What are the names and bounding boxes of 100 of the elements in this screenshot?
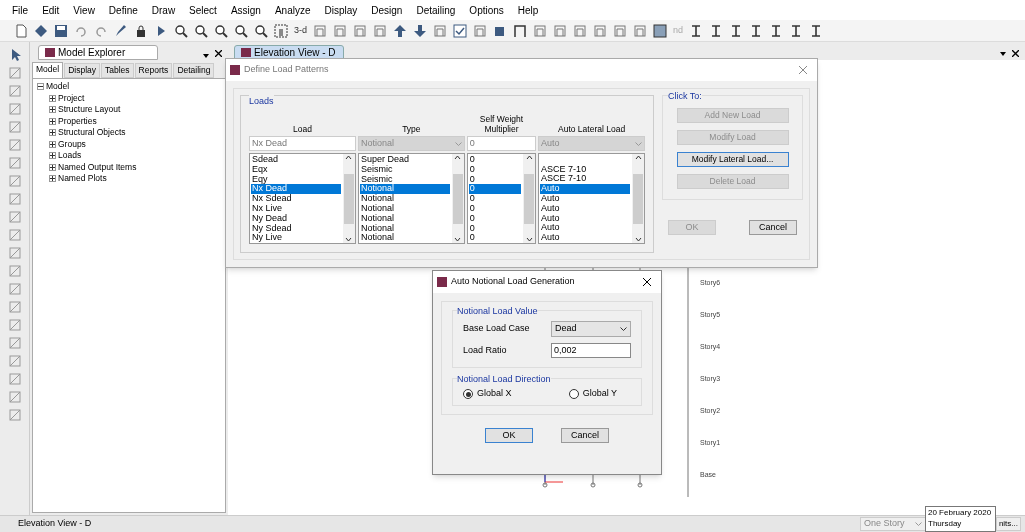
arrow-down-icon[interactable] (413, 23, 427, 38)
list-item[interactable]: Nx Sdead (251, 194, 341, 204)
document-icon[interactable] (14, 23, 28, 38)
explorer-tab[interactable]: Display (64, 63, 101, 78)
pan-icon[interactable] (274, 23, 288, 38)
list-item[interactable]: Auto (540, 194, 630, 204)
explorer-tab[interactable]: Model Explorer (38, 45, 158, 60)
zoom-icon[interactable] (194, 23, 208, 38)
save-icon[interactable] (54, 23, 68, 38)
list-item[interactable]: ASCE 7-10 (540, 174, 630, 185)
list-item[interactable]: 0 (468, 233, 522, 244)
list-item[interactable]: 0 (468, 174, 522, 185)
menu-item[interactable]: Define (108, 2, 138, 18)
list-box[interactable]: Super Dead Seismic Seismic Notional Notional Notional Notional Notional Notional (357, 153, 465, 244)
tree-item[interactable]: Model (46, 80, 70, 93)
dropdown-icon[interactable] (203, 54, 209, 58)
arrow-up-icon[interactable] (393, 23, 407, 38)
zoom-out-icon[interactable] (254, 23, 268, 38)
list-item[interactable]: Eqx (251, 164, 341, 175)
list-item[interactable]: Notional (359, 213, 450, 224)
list-item[interactable]: Super Dead (359, 155, 450, 165)
tree-item[interactable]: Named Plots (58, 172, 107, 185)
list-item[interactable]: Notional (359, 223, 450, 234)
list-box[interactable]: ASCE 7-10 ASCE 7-10 Auto Auto Auto Auto Auto Auto (538, 153, 645, 244)
radio-button[interactable] (568, 389, 579, 399)
list-item[interactable]: 0 (468, 155, 522, 165)
input-field[interactable]: 0 (466, 136, 537, 151)
tree-item[interactable]: Project (58, 91, 85, 105)
checkbox-icon[interactable] (453, 23, 467, 38)
expand-icon[interactable] (49, 106, 56, 113)
pencil-icon[interactable] (114, 23, 128, 38)
list-item[interactable]: 0 (468, 164, 522, 175)
menu-item[interactable]: Analyze (274, 2, 311, 18)
menu-item[interactable]: File (12, 2, 29, 18)
radio-option[interactable]: Global Y (568, 387, 617, 401)
lock-icon[interactable] (134, 23, 148, 38)
menu-item[interactable]: Display (324, 2, 358, 18)
menu-item[interactable]: Design (371, 2, 403, 18)
expand-icon[interactable] (49, 163, 56, 171)
radio-option[interactable]: Global X (463, 387, 512, 401)
input-field[interactable]: Nx Dead (249, 136, 356, 151)
tree-item[interactable]: Groups (58, 137, 86, 151)
tree-item[interactable]: Structural Objects (58, 126, 126, 139)
list-item[interactable]: Notional (359, 194, 450, 204)
list-item[interactable]: Ny Live (251, 233, 341, 244)
tree-item[interactable]: Structure Layout (58, 103, 121, 116)
menu-item[interactable]: Help (517, 2, 539, 18)
menu-item[interactable]: View (73, 2, 95, 18)
list-item[interactable]: Auto (540, 223, 630, 234)
zoom-window-icon[interactable] (174, 23, 188, 38)
list-item[interactable]: Auto (540, 184, 630, 194)
zoom-in-icon[interactable] (234, 23, 248, 38)
list-item[interactable]: Nx Dead (251, 184, 341, 195)
menu-item[interactable]: Select (189, 2, 217, 18)
mesh-icon[interactable] (653, 23, 667, 38)
list-item[interactable]: 0 (468, 204, 522, 214)
list-item[interactable]: Notional (359, 233, 450, 244)
list-item[interactable]: Auto (540, 203, 630, 214)
list-item[interactable]: Sdead (251, 155, 341, 165)
list-item[interactable]: Notional (359, 204, 450, 214)
list-item[interactable]: 0 (468, 184, 522, 195)
close-icon[interactable] (215, 50, 222, 57)
expand-icon[interactable] (49, 94, 56, 102)
cancel-button[interactable]: Cancel (749, 220, 797, 235)
list-item[interactable]: Ny Dead (251, 213, 341, 224)
radio-button[interactable] (463, 389, 473, 399)
close-icon[interactable] (643, 278, 651, 286)
toolbar-label[interactable]: 3-d (294, 23, 307, 38)
menu-item[interactable]: Draw (151, 2, 176, 18)
scroll-bar[interactable] (451, 154, 464, 243)
list-box[interactable]: Sdead Eqx Eqy Nx Dead Nx Sdead Nx Live Ny Dead Ny Sdead Ny Live (249, 153, 356, 244)
list-item[interactable]: Seismic (359, 174, 450, 185)
expand-icon[interactable] (49, 140, 56, 148)
explorer-tab[interactable]: Tables (101, 63, 134, 78)
tree-item[interactable]: Properties (58, 114, 97, 128)
menu-item[interactable]: Options (469, 2, 504, 18)
ok-button[interactable]: OK (485, 428, 533, 443)
expand-icon[interactable] (49, 129, 56, 136)
diamond-icon[interactable] (34, 23, 48, 38)
list-item[interactable]: 0 (468, 194, 522, 204)
explorer-tab[interactable]: Detailing (173, 63, 215, 78)
expand-icon[interactable] (49, 117, 56, 125)
dropdown-icon[interactable] (1000, 52, 1006, 56)
list-item[interactable]: Eqy (251, 174, 341, 185)
menu-item[interactable]: Assign (230, 2, 261, 18)
action-button[interactable]: Modify Lateral Load... (676, 152, 789, 167)
list-item[interactable]: 0 (468, 223, 522, 234)
list-item[interactable]: Notional (359, 184, 450, 195)
list-item[interactable]: ASCE 7-10 (540, 164, 630, 175)
list-item[interactable]: Nx Live (251, 204, 341, 214)
list-item[interactable]: Auto (540, 213, 630, 224)
base-load-dropdown[interactable]: Dead (551, 321, 631, 337)
units-button[interactable]: nits... (995, 517, 1021, 531)
list-box[interactable]: 0 0 0 0 0 0 0 0 0 (466, 153, 537, 244)
collapse-icon[interactable] (37, 83, 44, 90)
zoom-previous-icon[interactable] (214, 23, 228, 38)
list-item[interactable]: Auto (540, 233, 630, 243)
explorer-tab[interactable]: Reports (134, 63, 173, 78)
tree-item[interactable]: Loads (58, 149, 82, 162)
close-icon[interactable] (1012, 50, 1019, 57)
